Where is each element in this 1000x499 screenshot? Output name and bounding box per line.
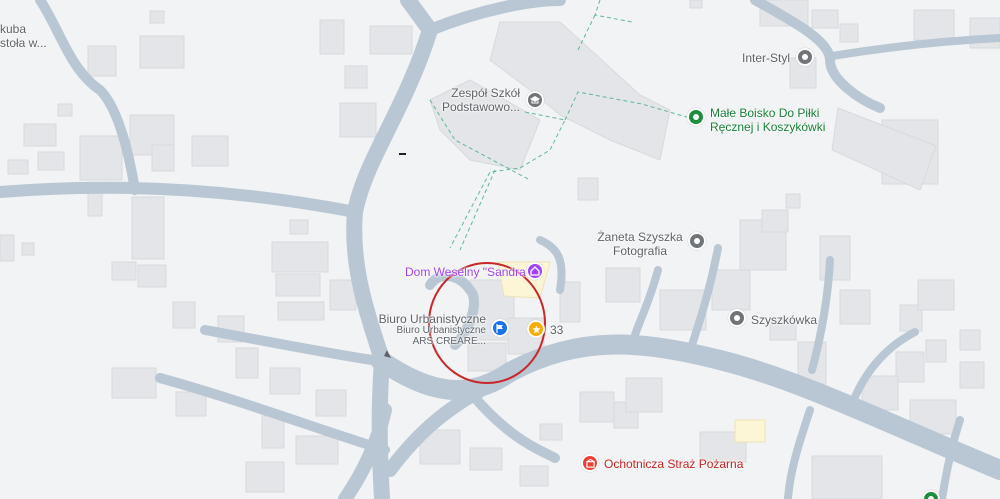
flag-icon[interactable] bbox=[491, 319, 509, 337]
map-base-layer bbox=[0, 0, 1000, 499]
event-venue-icon[interactable] bbox=[526, 262, 544, 280]
label-boisko-line1[interactable]: Małe Boisko Do Piłki bbox=[710, 106, 819, 120]
gray-place-icon[interactable] bbox=[728, 309, 746, 327]
label-zespol-line1[interactable]: Zespół Szkół bbox=[430, 86, 520, 100]
green-place-icon[interactable] bbox=[687, 108, 705, 126]
label-straz[interactable]: Ochotnicza Straż Pożarna bbox=[604, 457, 743, 471]
map-canvas[interactable]: kuba stoła w... Inter-Styl Zespół Szkół … bbox=[0, 0, 1000, 499]
label-biuro-sub2[interactable]: ARS CREARE... bbox=[370, 336, 486, 347]
label-kuba[interactable]: kuba bbox=[0, 22, 26, 36]
camera-place-icon[interactable] bbox=[688, 232, 706, 250]
label-boisko-line2[interactable]: Ręcznej i Koszykówki bbox=[710, 120, 825, 134]
label-inter-styl[interactable]: Inter-Styl bbox=[700, 51, 790, 65]
label-stola[interactable]: stoła w... bbox=[0, 36, 47, 50]
star-icon[interactable] bbox=[527, 320, 545, 338]
label-biuro-sub1[interactable]: Biuro Urbanistyczne bbox=[370, 325, 486, 336]
label-zespol-line2[interactable]: Podstawowo... bbox=[430, 100, 520, 114]
label-zaneta-line2[interactable]: Fotografia bbox=[595, 244, 685, 258]
label-biuro-main[interactable]: Biuro Urbanistyczne bbox=[370, 312, 486, 326]
label-zaneta-line1[interactable]: Żaneta Szyszka bbox=[595, 230, 685, 244]
fire-station-icon[interactable] bbox=[581, 454, 599, 472]
school-icon[interactable] bbox=[526, 91, 544, 109]
gray-place-icon[interactable] bbox=[796, 48, 814, 66]
label-number-33: 33 bbox=[550, 323, 564, 337]
label-szyszkowka[interactable]: Szyszkówka bbox=[751, 313, 817, 327]
label-dom-weselny[interactable]: Dom Weselny "Sandra" bbox=[405, 265, 530, 279]
